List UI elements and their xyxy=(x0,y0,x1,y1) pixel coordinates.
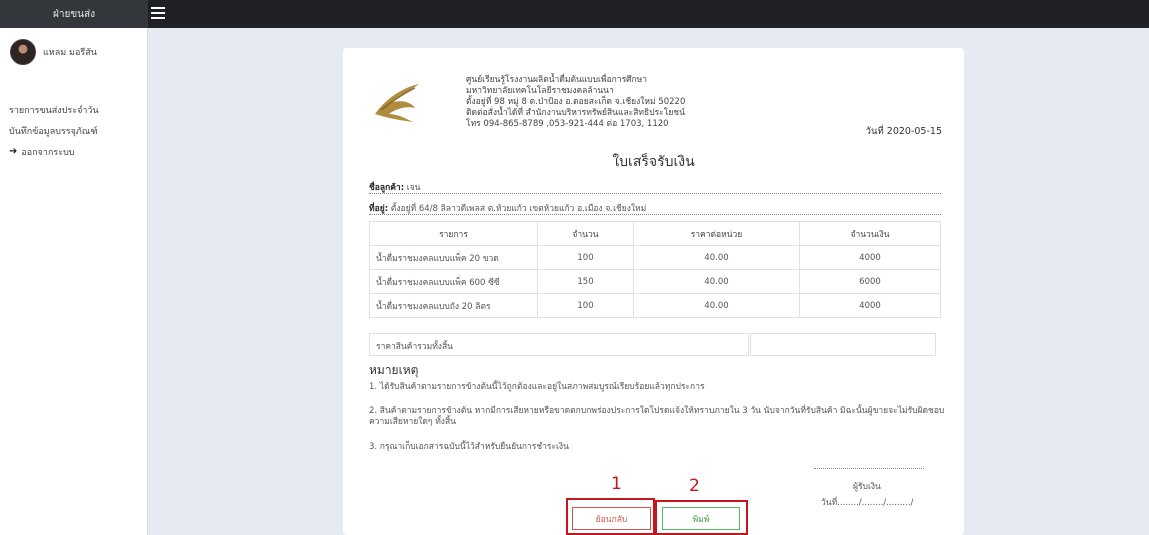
table-cell: 100 xyxy=(537,293,634,318)
receipt-card: ศูนย์เรียนรู้โรงงานผลิตน้ำดื่มต้นแบบเพื่… xyxy=(343,48,964,535)
page-title: ใบเสร็จรับเงิน xyxy=(612,154,695,170)
receipt-date: วันที่ 2020-05-15 xyxy=(865,126,942,137)
company-info: ศูนย์เรียนรู้โรงงานผลิตน้ำดื่มต้นแบบเพื่… xyxy=(466,75,685,130)
table-cell: 150 xyxy=(537,269,634,294)
table-cell: 40.00 xyxy=(633,269,800,294)
table-cell: 4000 xyxy=(799,293,941,318)
user-name: แหลม มอรีสัน xyxy=(43,48,97,58)
logout-icon: ➜ xyxy=(9,146,18,157)
total-label: ราคาสินค้ารวมทั้งสิ้น xyxy=(369,333,749,356)
column-header: ราคาต่อหน่วย xyxy=(633,221,800,246)
table-cell: น้ำดื่มราชมงคลแบบถัง 20 ลิตร xyxy=(369,293,538,318)
sidebar-brand: ฝ่ายขนส่ง xyxy=(0,0,148,28)
company-logo xyxy=(375,84,419,122)
table-cell: น้ำดื่มราชมงคลแบบแพ็ค 20 ขวด xyxy=(369,245,538,270)
notes-heading: หมายเหตุ xyxy=(369,363,419,377)
table-row: น้ำดื่มราชมงคลแบบแพ็ค 20 ขวด 100 40.00 4… xyxy=(369,245,941,270)
sidebar-item-logout[interactable]: ➜ ออกจากระบบ xyxy=(0,141,147,162)
signature-label: ผู้รับเงิน xyxy=(853,482,881,492)
table-cell: 6000 xyxy=(799,269,941,294)
sidebar-item-label: บันทึกข้อมูลบรรจุภัณฑ์ xyxy=(9,126,98,137)
address-label: ที่อยู่: xyxy=(369,204,389,214)
table-cell: 100 xyxy=(537,245,634,270)
note-item: 2. สินค้าตามรายการข้างต้น หากมีการเสียหา… xyxy=(369,406,945,427)
sidebar-nav: รายการขนส่งประจำวัน บันทึกข้อมูลบรรจุภัณ… xyxy=(0,99,147,162)
signature-line xyxy=(814,468,924,469)
table-header-row: รายการ จำนวน ราคาต่อหน่วย จำนวนเงิน xyxy=(369,221,941,246)
annotation-label-1: 1 xyxy=(611,474,622,494)
sidebar: แหลม มอรีสัน รายการขนส่งประจำวัน บันทึกข… xyxy=(0,28,148,535)
sidebar-item-daily-shipping[interactable]: รายการขนส่งประจำวัน xyxy=(0,99,147,120)
print-button[interactable]: พิมพ์ xyxy=(662,507,740,530)
table-cell: 40.00 xyxy=(633,245,800,270)
table-cell: 40.00 xyxy=(633,293,800,318)
avatar[interactable] xyxy=(10,39,36,65)
hamburger-menu-icon[interactable] xyxy=(150,5,166,21)
table-cell: น้ำดื่มราชมงคลแบบแพ็ค 600 ซีซี xyxy=(369,269,538,294)
customer-row: ชื่อลูกค้า: เจน xyxy=(369,180,941,194)
signature-date: วันที่......../......../........./ xyxy=(821,498,914,508)
company-line: ตั้งอยู่ที่ 98 หมู่ 8 ต.ป่าป้อง อ.ดอยสะเ… xyxy=(466,97,686,107)
table-cell: 4000 xyxy=(799,245,941,270)
column-header: รายการ xyxy=(369,221,538,246)
note-item: 1. ได้รับสินค้าตามรายการข้างต้นนี้ไว้ถูก… xyxy=(369,382,705,392)
table-row: น้ำดื่มราชมงคลแบบแพ็ค 600 ซีซี 150 40.00… xyxy=(369,269,941,294)
column-header: จำนวนเงิน xyxy=(799,221,941,246)
table-row: น้ำดื่มราชมงคลแบบถัง 20 ลิตร 100 40.00 4… xyxy=(369,293,941,318)
customer-value: เจน xyxy=(406,183,421,193)
top-navbar xyxy=(0,0,1149,28)
sidebar-item-label: ออกจากระบบ xyxy=(21,147,75,158)
total-value xyxy=(750,333,936,356)
user-profile: แหลม มอรีสัน xyxy=(10,39,97,65)
company-line: ศูนย์เรียนรู้โรงงานผลิตน้ำดื่มต้นแบบเพื่… xyxy=(466,75,648,85)
customer-label: ชื่อลูกค้า: xyxy=(369,183,405,193)
company-line: โทร 094-865-8789 ,053-921-444 ต่อ 1703, … xyxy=(466,119,669,129)
address-row: ที่อยู่: ตั้งอยู่ที่ 64/8 ลิลาวดีเพลส ต.… xyxy=(369,201,941,215)
sidebar-item-packaging-record[interactable]: บันทึกข้อมูลบรรจุภัณฑ์ xyxy=(0,120,147,141)
address-value: ตั้งอยู่ที่ 64/8 ลิลาวดีเพลส ต.ห้วยแก้ว … xyxy=(390,204,647,214)
annotation-label-2: 2 xyxy=(689,476,700,496)
column-header: จำนวน xyxy=(537,221,634,246)
back-button[interactable]: ย้อนกลับ xyxy=(572,507,651,530)
company-line: ติดต่อสั่งน้ำได้ที่ สำนักงานบริหารทรัพย์… xyxy=(466,108,685,118)
sidebar-item-label: รายการขนส่งประจำวัน xyxy=(9,105,99,116)
company-line: มหาวิทยาลัยเทคโนโลยีราชมงคลล้านนา xyxy=(466,86,614,96)
note-item: 3. กรุณาเก็บเอกสารฉบับนี้ไว้สำหรับยืนยัน… xyxy=(369,442,569,452)
items-table: รายการ จำนวน ราคาต่อหน่วย จำนวนเงิน น้ำด… xyxy=(369,221,941,318)
